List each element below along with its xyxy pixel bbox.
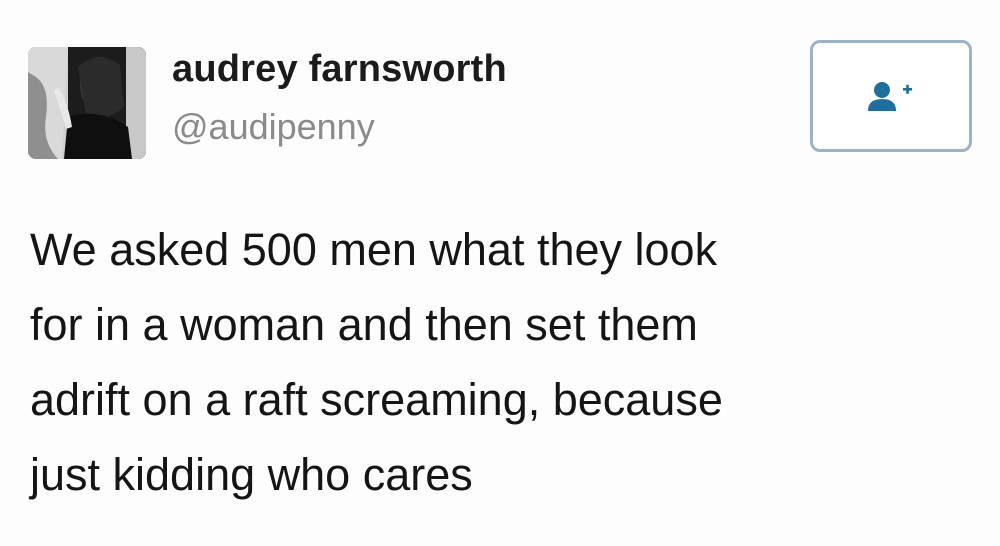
author-handle[interactable]: @audipenny bbox=[172, 106, 375, 148]
tweet-text: We asked 500 men what they look for in a… bbox=[30, 224, 723, 500]
avatar-image bbox=[28, 47, 146, 159]
author-name[interactable]: audrey farnsworth bbox=[172, 48, 507, 91]
follow-button[interactable] bbox=[810, 40, 972, 152]
add-user-icon bbox=[868, 82, 912, 111]
tweet-card: audrey farnsworth @audipenny We asked 50… bbox=[0, 0, 1000, 546]
avatar[interactable] bbox=[28, 47, 146, 159]
